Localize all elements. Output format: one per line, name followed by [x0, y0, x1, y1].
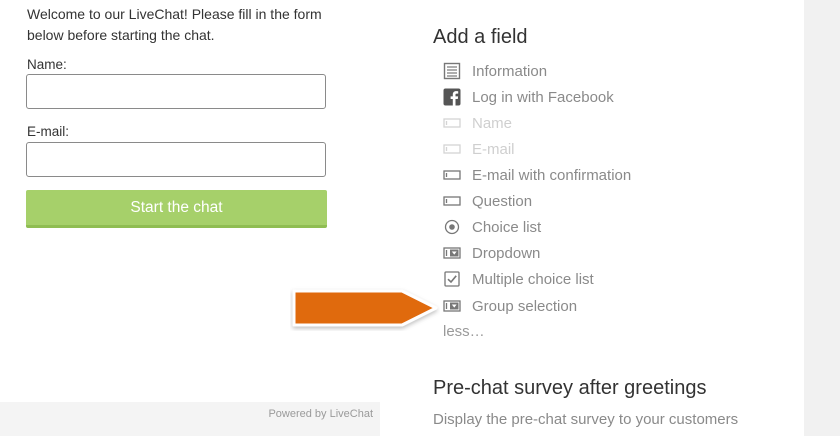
add-field-title: Add a field	[433, 26, 528, 48]
field-label: Log in with Facebook	[472, 88, 614, 106]
pointer-arrow	[290, 285, 440, 331]
field-label: E-mail	[472, 140, 515, 158]
start-chat-button[interactable]: Start the chat	[26, 190, 327, 228]
field-label: E-mail with confirmation	[472, 166, 632, 184]
welcome-message: Welcome to our LiveChat! Please fill in …	[27, 6, 322, 43]
field-item-choice-list[interactable]: Choice list	[443, 216, 541, 238]
chat-preview-panel: Welcome to our LiveChat! Please fill in …	[0, 0, 380, 436]
powered-by-bar: Powered by LiveChat	[0, 402, 380, 436]
field-label: Dropdown	[472, 244, 541, 262]
powered-by-text: Powered by LiveChat	[268, 408, 373, 420]
settings-panel: Add a field Information Log in with Face…	[380, 0, 804, 436]
field-label: Information	[472, 62, 548, 80]
field-label: Name	[472, 114, 513, 132]
field-item-dropdown[interactable]: Dropdown	[443, 242, 540, 264]
field-label: Choice list	[472, 218, 542, 236]
field-item-information[interactable]: Information	[443, 60, 547, 82]
facebook-icon	[443, 88, 461, 106]
prechat-title: Pre-chat survey after greetings	[433, 377, 707, 399]
text-field-icon	[443, 114, 461, 132]
name-label: Name:	[27, 57, 67, 72]
field-item-group-selection[interactable]: Group selection	[443, 295, 577, 317]
dropdown-icon	[443, 297, 461, 315]
text-field-icon	[443, 140, 461, 158]
dropdown-icon	[443, 244, 461, 262]
field-item-multiple-choice[interactable]: Multiple choice list	[443, 268, 594, 290]
name-input[interactable]	[26, 74, 326, 109]
field-item-facebook[interactable]: Log in with Facebook	[443, 86, 614, 108]
radio-icon	[443, 218, 461, 236]
text-field-icon	[443, 192, 461, 210]
text-field-icon	[443, 166, 461, 184]
information-icon	[443, 62, 461, 80]
field-item-email-confirmation[interactable]: E-mail with confirmation	[443, 164, 631, 186]
field-label: Question	[472, 192, 533, 210]
email-label: E-mail:	[27, 124, 70, 139]
email-input[interactable]	[26, 142, 326, 177]
field-item-name: Name	[443, 112, 512, 134]
prechat-description: Display the pre-chat survey to your cust…	[433, 411, 739, 428]
checkbox-icon	[443, 270, 461, 288]
field-label: Group selection	[472, 297, 578, 315]
field-label: Multiple choice list	[472, 270, 594, 288]
field-item-question[interactable]: Question	[443, 190, 532, 212]
field-item-email: E-mail	[443, 138, 515, 160]
less-link[interactable]: less…	[443, 323, 485, 340]
